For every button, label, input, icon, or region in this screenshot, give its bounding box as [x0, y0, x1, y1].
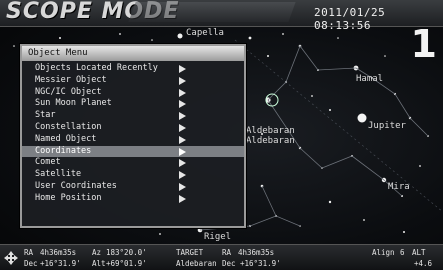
- arrow-right-icon: [179, 159, 186, 168]
- menu-item-constellation[interactable]: Constellation: [22, 122, 244, 134]
- ra-value: 4h36m35s: [40, 248, 77, 257]
- arrow-right-icon: [179, 171, 186, 180]
- dec-label: Dec: [24, 259, 38, 268]
- az-value: 183°20.0': [106, 248, 147, 257]
- menu-item-label: Comet: [35, 157, 61, 168]
- align-value: 6: [400, 248, 405, 257]
- menu-item-label: User Coordinates: [35, 180, 117, 191]
- planet-label-jupiter: Jupiter: [368, 121, 406, 131]
- target-dec-label: Dec: [222, 259, 236, 268]
- menu-item-user-coordinates[interactable]: User Coordinates: [22, 181, 244, 193]
- menu-item-messier-object[interactable]: Messier Object: [22, 75, 244, 87]
- menu-item-label: Home Position: [35, 192, 102, 203]
- star-label-capella: Capella: [186, 28, 224, 38]
- menu-item-satellite[interactable]: Satellite: [22, 169, 244, 181]
- screen-number-badge: 1: [410, 22, 437, 66]
- menu-item-label: Satellite: [35, 169, 82, 180]
- menu-item-sun-moon-planet[interactable]: Sun Moon Planet: [22, 98, 244, 110]
- arrow-right-icon: [179, 65, 186, 73]
- alt-right-value: +4.6: [414, 259, 433, 268]
- object-menu: Object Menu Objects Located Recently Mes…: [20, 44, 246, 228]
- menu-item-label: NGC/IC Object: [35, 86, 102, 97]
- status-bar: RA 4h36m35s Az 183°20.0' Dec +16°31.9' A…: [0, 244, 443, 270]
- arrow-right-icon: [179, 182, 186, 191]
- align-label: Align: [372, 248, 395, 257]
- menu-item-named-object[interactable]: Named Object: [22, 134, 244, 146]
- top-bar: SCOPE MODE 2011/01/25 08:13:56: [0, 0, 443, 32]
- menu-item-label: Coordinates: [35, 145, 92, 156]
- menu-item-label: Sun Moon Planet: [35, 98, 112, 109]
- arrow-right-icon: [179, 100, 186, 109]
- menu-item-label: Constellation: [35, 121, 102, 132]
- arrow-right-icon: [179, 194, 186, 203]
- target-label: TARGET: [176, 248, 204, 257]
- star-label-rigel: Rigel: [204, 232, 232, 242]
- menu-item-comet[interactable]: Comet: [22, 157, 244, 169]
- arrow-right-icon: [179, 147, 186, 156]
- alt-value: +69°01.9': [106, 259, 147, 268]
- ra-label: RA: [24, 248, 34, 257]
- star-label-hamal: Hamal: [356, 74, 384, 84]
- object-menu-list: Objects Located Recently Messier Object …: [22, 63, 244, 205]
- menu-item-label: Named Object: [35, 133, 97, 144]
- menu-item-ngc-ic-object[interactable]: NGC/IC Object: [22, 87, 244, 99]
- star-label-mira: Mira: [388, 182, 410, 192]
- target-ra-label: RA: [222, 248, 232, 257]
- target-ra-value: 4h36m35s: [238, 248, 275, 257]
- scope-mode-screen: SCOPE MODE 2011/01/25 08:13:56 Capella H…: [0, 0, 443, 270]
- star-label-aldebaran-1: Aldebaran: [246, 126, 295, 136]
- arrow-right-icon: [179, 135, 186, 144]
- menu-item-objects-located-recently[interactable]: Objects Located Recently: [22, 63, 244, 75]
- arrow-right-icon: [179, 123, 186, 132]
- arrow-right-icon: [179, 88, 186, 97]
- arrow-right-icon: [179, 76, 186, 85]
- menu-item-label: Messier Object: [35, 74, 107, 85]
- target-dec-value: +16°31.9': [240, 259, 281, 268]
- az-label: Az: [92, 248, 102, 257]
- alt-label: Alt: [92, 259, 106, 268]
- menu-item-coordinates[interactable]: Coordinates: [22, 145, 244, 158]
- object-menu-title: Object Menu: [22, 46, 244, 61]
- arrow-right-icon: [179, 112, 186, 121]
- mode-tab-decoration: [128, 2, 296, 22]
- menu-item-home-position[interactable]: Home Position: [22, 193, 244, 205]
- crosshair-arrow-icon: [4, 251, 18, 265]
- menu-item-label: Star: [35, 110, 56, 121]
- star-label-aldebaran-2: Aldebaran: [246, 136, 295, 146]
- menu-item-label: Objects Located Recently: [35, 63, 158, 73]
- target-name: Aldebaran: [176, 259, 217, 268]
- menu-item-star[interactable]: Star: [22, 110, 244, 122]
- alt-right-label: ALT: [412, 248, 426, 257]
- dec-value: +16°31.9': [40, 259, 81, 268]
